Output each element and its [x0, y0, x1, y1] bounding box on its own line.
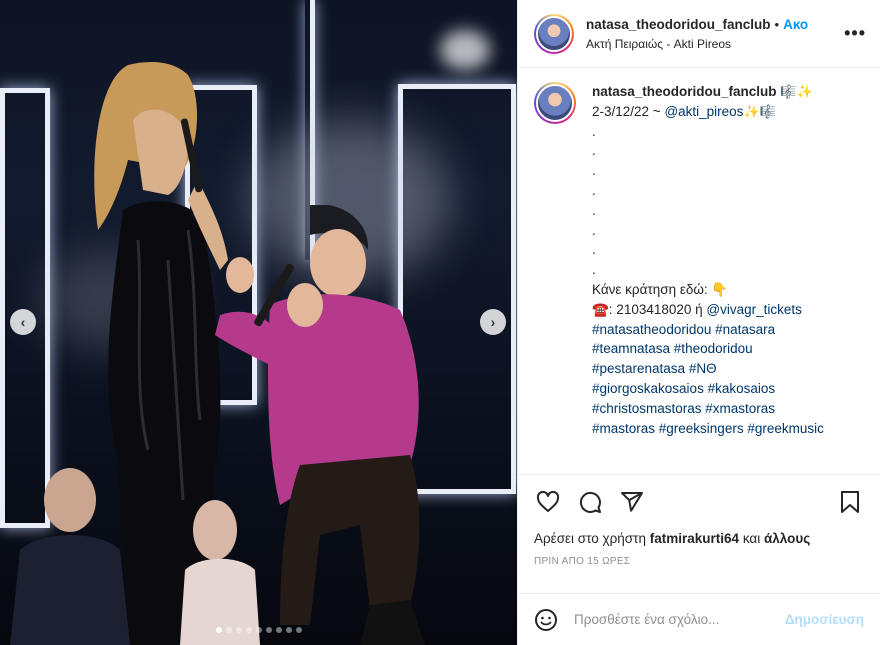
chevron-right-icon: › [490, 314, 496, 330]
caption-hashtags: #natasatheodoridou #natasara #teamnatasa … [592, 320, 824, 439]
likes-others-link[interactable]: άλλους [764, 531, 810, 546]
chevron-left-icon: ‹ [20, 314, 26, 330]
separator-dot: • [774, 17, 780, 32]
like-button[interactable] [534, 488, 562, 516]
caption-booking-line: Κάνε κράτηση εδώ: 👇 [592, 281, 729, 297]
mention-link[interactable]: @vivagr_tickets [706, 302, 801, 317]
post-media[interactable]: ‹ › [0, 0, 517, 645]
carousel-dot [255, 627, 262, 633]
save-button[interactable] [836, 488, 864, 516]
carousel-dot [295, 627, 302, 633]
caption-section: natasa_theodoridou_fanclub 🎼✨ 2-3/12/22 … [518, 68, 880, 474]
carousel-dot [235, 627, 242, 633]
comment-icon [579, 491, 601, 513]
caption-dot-line: . [592, 222, 596, 238]
hashtag-line[interactable]: #giorgoskakosaios #kakosaios [592, 379, 824, 399]
carousel-dot [245, 627, 252, 633]
share-button[interactable] [618, 488, 646, 516]
comment-bar: Δημοσίευση [518, 593, 880, 645]
carousel-dot [215, 627, 222, 633]
author-username[interactable]: natasa_theodoridou_fanclub [586, 17, 771, 32]
liker-username[interactable]: fatmirakurti64 [650, 531, 739, 546]
caption-phone-line: ☎️: 2103418020 ή @vivagr_tickets [592, 301, 802, 317]
emoji-icon[interactable] [534, 608, 558, 632]
post-side-panel: natasa_theodoridou_fanclub • Ακο Ακτή Πειρ… [517, 0, 880, 645]
post-timestamp[interactable]: ΠΡΙΝ ΑΠΟ 15 ΩΡΕΣ [534, 556, 864, 567]
comment-input[interactable] [574, 612, 785, 627]
caption-title-emojis: 🎼✨ [780, 84, 813, 99]
carousel-dot [225, 627, 232, 633]
carousel-prev-button[interactable]: ‹ [10, 309, 36, 335]
caption-dot-lines: ........ [592, 122, 824, 280]
caption-dot-line: . [592, 202, 596, 218]
caption-username[interactable]: natasa_theodoridou_fanclub [592, 84, 777, 99]
bookmark-icon [841, 491, 859, 513]
post-location[interactable]: Ακτή Πειραιώς - Akti Pireos [586, 37, 836, 51]
caption-line-date: 2-3/12/22 ~ @akti_pireos ✨🎼 [592, 103, 776, 119]
hashtag-line[interactable]: #teamnatasa #theodoridou [592, 339, 824, 359]
caption-body: natasa_theodoridou_fanclub 🎼✨ 2-3/12/22 … [592, 82, 824, 474]
hashtag-line[interactable]: #pestarenatasa #ΝΘ [592, 359, 824, 379]
author-avatar[interactable] [534, 13, 574, 54]
post-header: natasa_theodoridou_fanclub • Ακο Ακτή Πειρ… [518, 0, 880, 68]
caption-avatar[interactable] [534, 82, 576, 124]
carousel-indicator [0, 627, 517, 633]
likes-summary: Αρέσει στο χρήστη fatmirakurti64 και άλλ… [534, 531, 811, 546]
send-icon [621, 492, 643, 512]
action-icons [534, 487, 864, 517]
caption-dot-line: . [592, 143, 596, 159]
comment-button[interactable] [576, 488, 604, 516]
hashtag-line[interactable]: #mastoras #greeksingers #greekmusic [592, 419, 824, 439]
author-meta: natasa_theodoridou_fanclub • Ακο Ακτή Πειρ… [586, 16, 836, 51]
actions-section: Αρέσει στο χρήστη fatmirakurti64 και άλλ… [518, 474, 880, 567]
caption-dot-line: . [592, 123, 596, 139]
caption-dot-line: . [592, 242, 596, 258]
heart-icon [536, 490, 560, 512]
caption-dot-line: . [592, 262, 596, 278]
hashtag-line[interactable]: #natasatheodoridou #natasara [592, 320, 824, 340]
caption-dot-line: . [592, 163, 596, 179]
follow-button[interactable]: Ακο [783, 17, 808, 32]
more-options-icon[interactable]: ••• [836, 23, 866, 44]
caption-dot-line: . [592, 182, 596, 198]
carousel-dot [285, 627, 292, 633]
mention-link[interactable]: @akti_pireos [664, 104, 743, 119]
audience-figures [10, 468, 260, 645]
carousel-dot [265, 627, 272, 633]
carousel-dot [275, 627, 282, 633]
hashtag-line[interactable]: #christosmastoras #xmastoras [592, 399, 824, 419]
post-dialog: ‹ › natasa_theodoridou_fanclub • Ακο Ακτή … [0, 0, 880, 645]
carousel-next-button[interactable]: › [480, 309, 506, 335]
post-comment-button[interactable]: Δημοσίευση [785, 612, 864, 627]
